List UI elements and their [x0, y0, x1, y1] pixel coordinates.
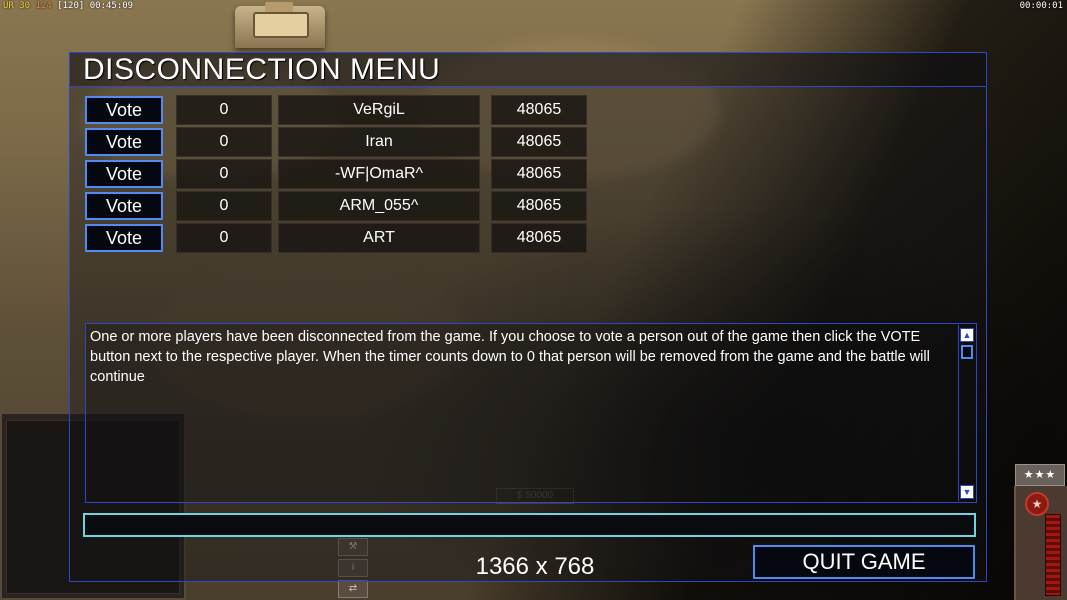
- vote-count: 0: [176, 127, 272, 157]
- scroll-down-icon[interactable]: ▼: [960, 485, 974, 499]
- vote-button[interactable]: Vote: [85, 224, 163, 252]
- hud-game-time: 00:45:09: [89, 1, 134, 11]
- star-badge-icon[interactable]: ★: [1025, 492, 1049, 516]
- resolution-label: 1366 x 768: [475, 553, 595, 580]
- player-timer: 48065: [491, 159, 587, 189]
- vote-button[interactable]: Vote: [85, 96, 163, 124]
- hud-stat-c: [120]: [57, 1, 85, 11]
- base-building[interactable]: [235, 2, 325, 48]
- player-timer: 48065: [491, 95, 587, 125]
- player-name: ARM_055^: [278, 191, 480, 221]
- dialog-title-bar: DISCONNECTION MENU: [70, 53, 986, 87]
- hud-stat-b: 124: [35, 1, 52, 11]
- player-name: VeRgiL: [278, 95, 480, 125]
- swap-icon[interactable]: ⇄: [338, 580, 368, 598]
- disconnection-message: One or more players have been disconnect…: [90, 329, 930, 385]
- hud-stat-a: 30: [19, 1, 31, 11]
- player-timer: 48065: [491, 191, 587, 221]
- disconnection-dialog: DISCONNECTION MENU Vote 0 VeRgiL 48065 V…: [69, 52, 987, 582]
- hud-top-right-timer: 00:00:01: [1019, 1, 1063, 11]
- side-control-panel: ★: [1014, 486, 1067, 600]
- vote-button[interactable]: Vote: [85, 128, 163, 156]
- player-timer: 48065: [491, 223, 587, 253]
- power-gauge: [1045, 514, 1061, 596]
- vote-count: 0: [176, 223, 272, 253]
- vote-count: 0: [176, 95, 272, 125]
- chat-input[interactable]: [83, 513, 976, 537]
- scroll-up-icon[interactable]: ▲: [960, 328, 974, 342]
- rank-stars-tab[interactable]: ★★★: [1015, 464, 1065, 486]
- vote-button[interactable]: Vote: [85, 192, 163, 220]
- scroll-thumb[interactable]: [961, 345, 973, 359]
- vote-button[interactable]: Vote: [85, 160, 163, 188]
- player-name: -WF|OmaR^: [278, 159, 480, 189]
- dialog-title: DISCONNECTION MENU: [83, 53, 441, 86]
- player-timer: 48065: [491, 127, 587, 157]
- message-box: One or more players have been disconnect…: [85, 323, 977, 503]
- hud-stat-prefix: UR: [3, 1, 14, 11]
- player-name: Iran: [278, 127, 480, 157]
- quit-game-button[interactable]: QUIT GAME: [753, 545, 975, 579]
- vote-count: 0: [176, 191, 272, 221]
- player-name: ART: [278, 223, 480, 253]
- hud-top-left-stats: UR 30 124 [120] 00:45:09: [3, 0, 133, 12]
- vote-count: 0: [176, 159, 272, 189]
- message-scrollbar[interactable]: ▲ ▼: [958, 325, 975, 501]
